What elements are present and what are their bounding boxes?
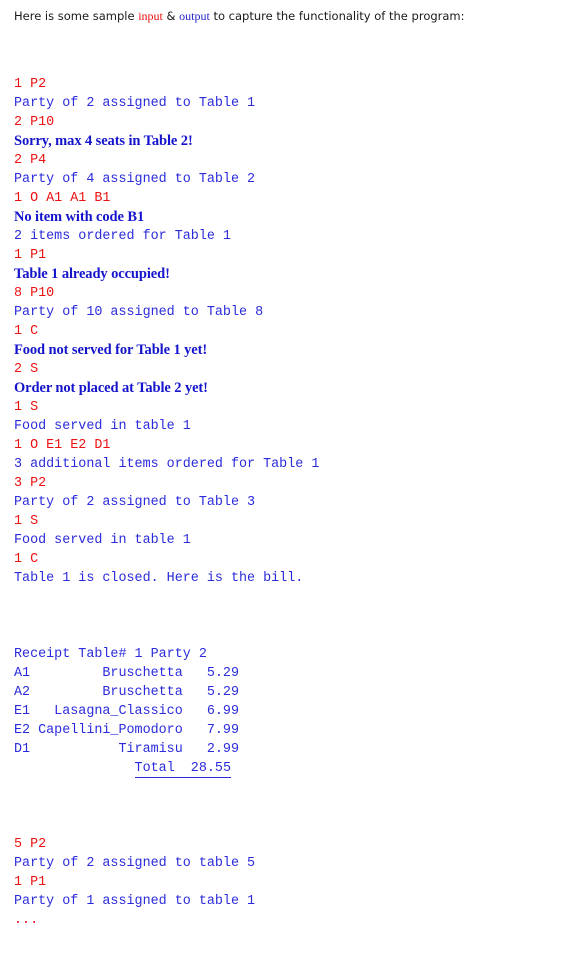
console-line-input: 1 O A1 A1 B1 [14,191,111,206]
receipt-total-leading-space [14,761,135,776]
console-line-output: Food served in table 1 [14,419,191,434]
console-line-input: 5 P2 [14,837,47,852]
console-line-output: Table 1 is closed. Here is the bill. [14,571,304,586]
console-line-error: Sorry, max 4 seats in Table 2! [14,133,193,149]
receipt-total-row: Total 28.55 [14,759,577,778]
console-line-input: ... [14,913,39,928]
console-line-input: 2 S [14,362,39,377]
console-line-input: 1 S [14,400,39,415]
console-line-input: 1 O E1 E2 D1 [14,438,111,453]
page-root: Here is some sample input & output to ca… [0,0,577,968]
receipt-item-row: A1 Bruschetta 5.29 [14,666,239,681]
console-line-error: Table 1 already occupied! [14,266,170,282]
console-transcript: 1 P2 Party of 2 assigned to Table 1 2 P10 S… [14,37,577,968]
console-line-error: No item with code B1 [14,209,145,225]
console-line-output: Party of 2 assigned to table 5 [14,856,256,871]
receipt-item-row: E1 Lasagna_Classico 6.99 [14,704,239,719]
console-line-input: 1 C [14,324,39,339]
console-line-output: Party of 10 assigned to Table 8 [14,305,264,320]
console-line-input: 2 P4 [14,153,47,168]
console-line-input: 1 C [14,552,39,567]
transcript-head: 1 P2 Party of 2 assigned to Table 1 2 P10 S… [14,75,577,607]
console-line-input: 1 S [14,514,39,529]
console-line-input: 1 P1 [14,875,47,890]
console-line-output: Party of 4 assigned to Table 2 [14,172,256,187]
receipt-total-underlined: Total 28.55 [134,761,231,778]
console-line-error: Order not placed at Table 2 yet! [14,380,208,396]
receipt-block: Receipt Table# 1 Party 2 A1 Bruschetta 5.… [14,645,577,778]
intro-sentence: Here is some sample input & output to ca… [14,8,577,24]
intro-text-after: to capture the functionality of the prog… [209,9,465,23]
console-line-output: 2 items ordered for Table 1 [14,229,231,244]
console-line-error: Food not served for Table 1 yet! [14,342,208,358]
receipt-item-row: D1 Tiramisu 2.99 [14,742,239,757]
intro-text-before: Here is some sample [14,9,139,23]
console-line-output: Party of 1 assigned to table 1 [14,894,256,909]
console-line-output: Party of 2 assigned to Table 1 [14,96,256,111]
keyword-output: output [179,9,210,23]
receipt-header: Receipt Table# 1 Party 2 [14,647,207,662]
console-line-input: 3 P2 [14,476,47,491]
console-line-input: 1 P1 [14,248,47,263]
transcript-tail: 5 P2 Party of 2 assigned to table 5 1 P1 Pa… [14,816,577,930]
console-line-input: 1 P2 [14,77,47,92]
console-line-input: 2 P10 [14,115,55,130]
receipt-item-row: A2 Bruschetta 5.29 [14,685,239,700]
intro-text-middle: & [162,9,180,23]
receipt-item-row: E2 Capellini_Pomodoro 7.99 [14,723,239,738]
console-line-output: Food served in table 1 [14,533,191,548]
console-line-output: 3 additional items ordered for Table 1 [14,457,320,472]
keyword-input: input [138,9,163,23]
console-line-input: 8 P10 [14,286,55,301]
console-line-output: Party of 2 assigned to Table 3 [14,495,256,510]
